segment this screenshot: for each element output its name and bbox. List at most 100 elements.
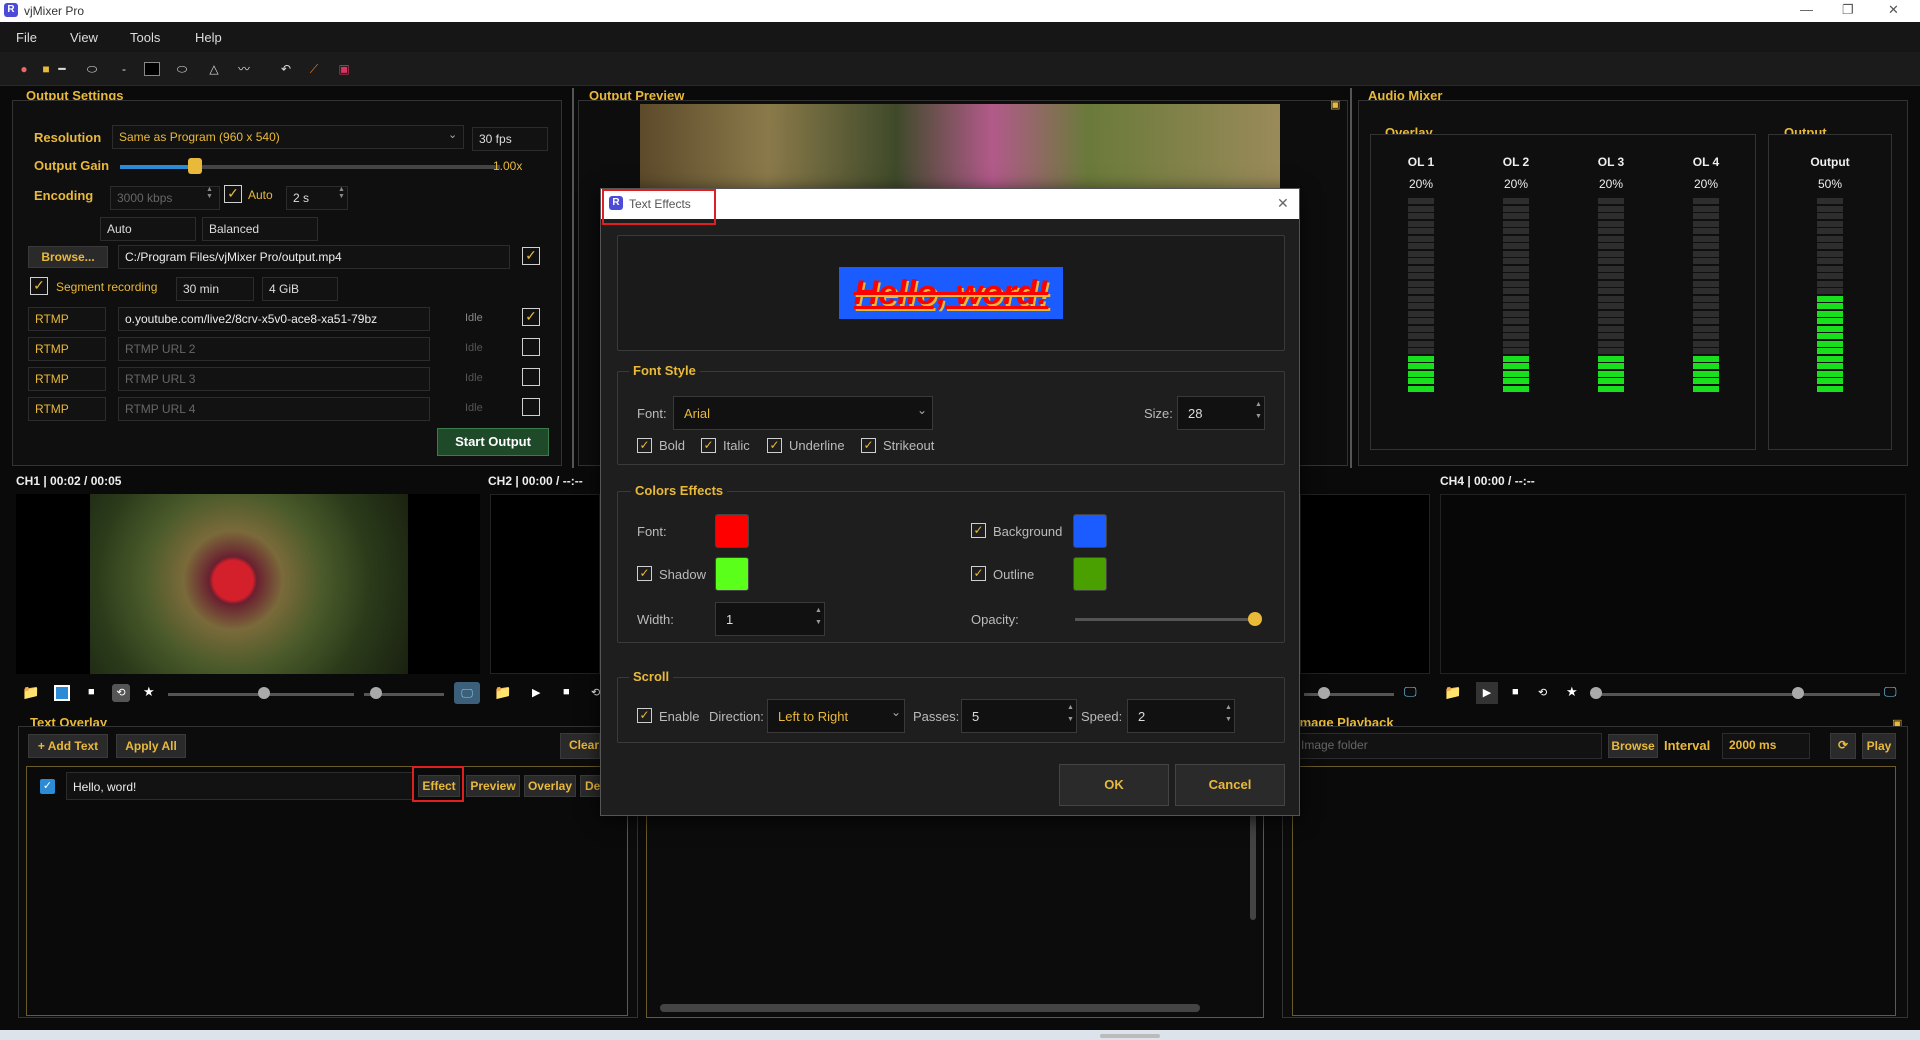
rtmp-3-protocol[interactable]: RTMP bbox=[28, 367, 106, 391]
output-meter[interactable] bbox=[1817, 198, 1843, 393]
ol3-meter[interactable] bbox=[1598, 198, 1624, 393]
shadow-checkbox[interactable]: ✓ bbox=[637, 566, 652, 581]
folder-icon[interactable]: 📁 bbox=[22, 684, 40, 702]
close-icon[interactable]: ✕ bbox=[1888, 2, 1899, 18]
outline-checkbox[interactable]: ✓ bbox=[971, 566, 986, 581]
play-button[interactable]: Play bbox=[1862, 733, 1896, 759]
line-width-icon[interactable]: ━ bbox=[54, 62, 70, 76]
ch4-monitor-icon[interactable]: 🖵 bbox=[1884, 684, 1897, 700]
direction-select[interactable]: Left to Right bbox=[767, 699, 905, 733]
ol4-meter[interactable] bbox=[1693, 198, 1719, 393]
fps-input[interactable]: 30 fps bbox=[472, 127, 548, 151]
dialog-close-icon[interactable]: ✕ bbox=[1277, 195, 1289, 212]
ch4-play-icon[interactable]: ▶ bbox=[1476, 682, 1498, 704]
cancel-button[interactable]: Cancel bbox=[1175, 764, 1285, 806]
segment-size-input[interactable]: 4 GiB bbox=[262, 277, 338, 301]
freehand-icon[interactable]: 〰 bbox=[236, 62, 252, 76]
auto-checkbox[interactable]: ✓ bbox=[224, 185, 242, 203]
overlay-item-text[interactable]: Hello, word! bbox=[66, 772, 414, 800]
clear-button[interactable]: Clear bbox=[560, 733, 600, 759]
output-path-input[interactable]: C:/Program Files/vjMixer Pro/output.mp4 bbox=[118, 245, 510, 269]
image-folder-input[interactable]: Image folder bbox=[1294, 733, 1602, 759]
image-browse-button[interactable]: Browse bbox=[1608, 734, 1658, 758]
bitrate-spin-icon[interactable]: ▲ ▼ bbox=[206, 186, 213, 200]
ch2-folder-icon[interactable]: 📁 bbox=[494, 684, 511, 701]
size-spin-icon[interactable]: ▲ ▼ bbox=[1255, 399, 1262, 423]
stop-icon[interactable]: ■ bbox=[88, 686, 95, 698]
outline-color-swatch[interactable] bbox=[1073, 557, 1107, 591]
save-icon[interactable]: ▣ bbox=[336, 62, 352, 76]
thin-line-icon[interactable]: - bbox=[116, 62, 132, 76]
opacity-slider-track[interactable] bbox=[1075, 618, 1255, 621]
repeat-icon[interactable]: ⟲ bbox=[112, 684, 130, 702]
loop-icon[interactable] bbox=[54, 685, 70, 701]
opacity-slider-handle[interactable] bbox=[1248, 612, 1262, 626]
ok-button[interactable]: OK bbox=[1059, 764, 1169, 806]
ch3-seek-handle[interactable] bbox=[1318, 687, 1330, 699]
ch1-volume-handle[interactable] bbox=[370, 687, 382, 699]
splitter[interactable] bbox=[572, 88, 574, 468]
strikeout-checkbox[interactable]: ✓ bbox=[861, 438, 876, 453]
background-checkbox[interactable]: ✓ bbox=[971, 523, 986, 538]
fullscreen-icon[interactable]: ▣ bbox=[1330, 98, 1340, 111]
passes-input[interactable]: 5 bbox=[961, 699, 1077, 733]
rtmp-4-checkbox[interactable] bbox=[522, 398, 540, 416]
ol1-meter[interactable] bbox=[1408, 198, 1434, 393]
ch2-play-icon[interactable]: ▶ bbox=[532, 686, 540, 699]
preview-button[interactable]: Preview bbox=[466, 775, 520, 797]
ch4-folder-icon[interactable]: 📁 bbox=[1444, 684, 1461, 701]
shadow-color-swatch[interactable] bbox=[715, 557, 749, 591]
rtmp-1-checkbox[interactable]: ✓ bbox=[522, 308, 540, 326]
rtmp-3-url[interactable]: RTMP URL 3 bbox=[118, 367, 430, 391]
gain-slider-track[interactable] bbox=[200, 165, 500, 169]
ch3-video[interactable] bbox=[1300, 494, 1430, 674]
apply-all-button[interactable]: Apply All bbox=[116, 734, 186, 758]
gain-slider-handle[interactable] bbox=[188, 158, 202, 174]
refresh-icon[interactable]: ⟳ bbox=[1830, 733, 1856, 759]
ch4-volume-track[interactable] bbox=[1800, 693, 1880, 696]
width-spin-icon[interactable]: ▲ ▼ bbox=[815, 605, 822, 629]
undo-icon[interactable]: ↶ bbox=[278, 62, 294, 76]
rtmp-3-checkbox[interactable] bbox=[522, 368, 540, 386]
ch3-monitor-icon[interactable]: 🖵 bbox=[1404, 684, 1417, 700]
ol2-meter[interactable] bbox=[1503, 198, 1529, 393]
scroll-enable-checkbox[interactable]: ✓ bbox=[637, 708, 652, 723]
background-color-swatch[interactable] bbox=[1073, 514, 1107, 548]
font-color-swatch[interactable] bbox=[715, 514, 749, 548]
ch4-stop-icon[interactable]: ■ bbox=[1512, 686, 1519, 698]
passes-spin-icon[interactable]: ▲ ▼ bbox=[1067, 702, 1074, 726]
brush-size-icon[interactable]: ⬭ bbox=[84, 62, 100, 76]
minimize-icon[interactable]: — bbox=[1800, 2, 1813, 17]
monitor-icon[interactable]: 🖵 bbox=[454, 682, 480, 704]
ch2-repeat-icon[interactable]: ⟲ bbox=[591, 686, 600, 699]
ch4-seek-track[interactable] bbox=[1594, 693, 1794, 696]
rtmp-2-url[interactable]: RTMP URL 2 bbox=[118, 337, 430, 361]
start-output-button[interactable]: Start Output bbox=[437, 428, 549, 456]
underline-checkbox[interactable]: ✓ bbox=[767, 438, 782, 453]
splitter-2[interactable] bbox=[1350, 88, 1352, 468]
ch4-volume-handle[interactable] bbox=[1792, 687, 1804, 699]
menu-help[interactable]: Help bbox=[195, 30, 222, 45]
ch1-seek-handle[interactable] bbox=[258, 687, 270, 699]
menu-file[interactable]: File bbox=[16, 30, 37, 45]
overlay-button[interactable]: Overlay bbox=[524, 775, 576, 797]
add-text-button[interactable]: + Add Text bbox=[28, 734, 108, 758]
browse-button[interactable]: Browse... bbox=[28, 246, 108, 268]
segment-checkbox[interactable]: ✓ bbox=[30, 277, 48, 295]
restore-icon[interactable]: ❐ bbox=[1842, 2, 1854, 18]
ch4-seek-handle[interactable] bbox=[1590, 687, 1602, 699]
size-input[interactable]: 28 bbox=[1177, 396, 1265, 430]
ch2-video[interactable] bbox=[490, 494, 600, 674]
rtmp-2-protocol[interactable]: RTMP bbox=[28, 337, 106, 361]
bold-checkbox[interactable]: ✓ bbox=[637, 438, 652, 453]
preset-select[interactable]: Auto bbox=[100, 217, 196, 241]
keyframe-spin-icon[interactable]: ▲ ▼ bbox=[338, 186, 345, 200]
resolution-select[interactable]: Same as Program (960 x 540) bbox=[112, 125, 464, 149]
ch4-star-icon[interactable]: ★ bbox=[1566, 684, 1578, 700]
ellipse-icon[interactable]: ⬭ bbox=[174, 62, 190, 76]
speed-spin-icon[interactable]: ▲ ▼ bbox=[1225, 702, 1232, 726]
rtmp-1-protocol[interactable]: RTMP bbox=[28, 307, 106, 331]
width-input[interactable]: 1 bbox=[715, 602, 825, 636]
rtmp-2-checkbox[interactable] bbox=[522, 338, 540, 356]
ch2-stop-icon[interactable]: ■ bbox=[563, 686, 570, 698]
